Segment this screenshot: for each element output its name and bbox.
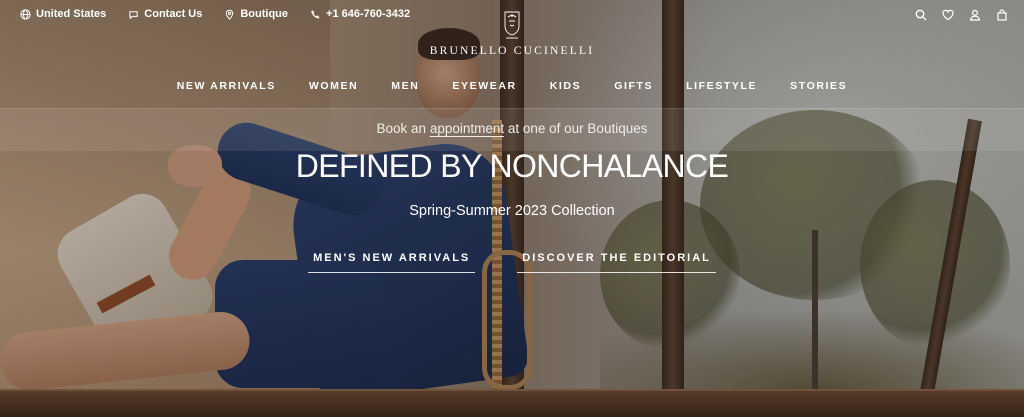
nav-men[interactable]: MEN [391,80,419,92]
appointment-link[interactable]: appointment [430,121,504,136]
nav-stories[interactable]: STORIES [790,80,847,92]
mens-new-arrivals-button[interactable]: MEN'S NEW ARRIVALS [308,252,476,273]
discover-editorial-button[interactable]: DISCOVER THE EDITORIAL [517,252,716,273]
crest-icon [504,11,520,39]
nav-women[interactable]: WOMEN [309,80,358,92]
appointment-prefix: Book an [376,121,430,136]
appointment-banner: Book an appointment at one of our Boutiq… [0,121,1024,136]
hero-subtitle: Spring-Summer 2023 Collection [409,203,615,219]
brand-name: BRUNELLO CUCINELLI [429,45,595,57]
appointment-suffix: at one of our Boutiques [504,121,648,136]
nav-lifestyle[interactable]: LIFESTYLE [686,80,757,92]
nav-gifts[interactable]: GIFTS [614,80,653,92]
nav-kids[interactable]: KIDS [550,80,582,92]
nav-new-arrivals[interactable]: NEW ARRIVALS [177,80,276,92]
hero-headline: DEFINED BY NONCHALANCE [295,148,729,184]
hero-ctas: MEN'S NEW ARRIVALS DISCOVER THE EDITORIA… [0,252,1024,273]
main-nav: NEW ARRIVALS WOMEN MEN EYEWEAR KIDS GIFT… [0,80,1024,92]
nav-eyewear[interactable]: EYEWEAR [452,80,516,92]
brand-logo[interactable]: BRUNELLO CUCINELLI [0,9,1024,57]
